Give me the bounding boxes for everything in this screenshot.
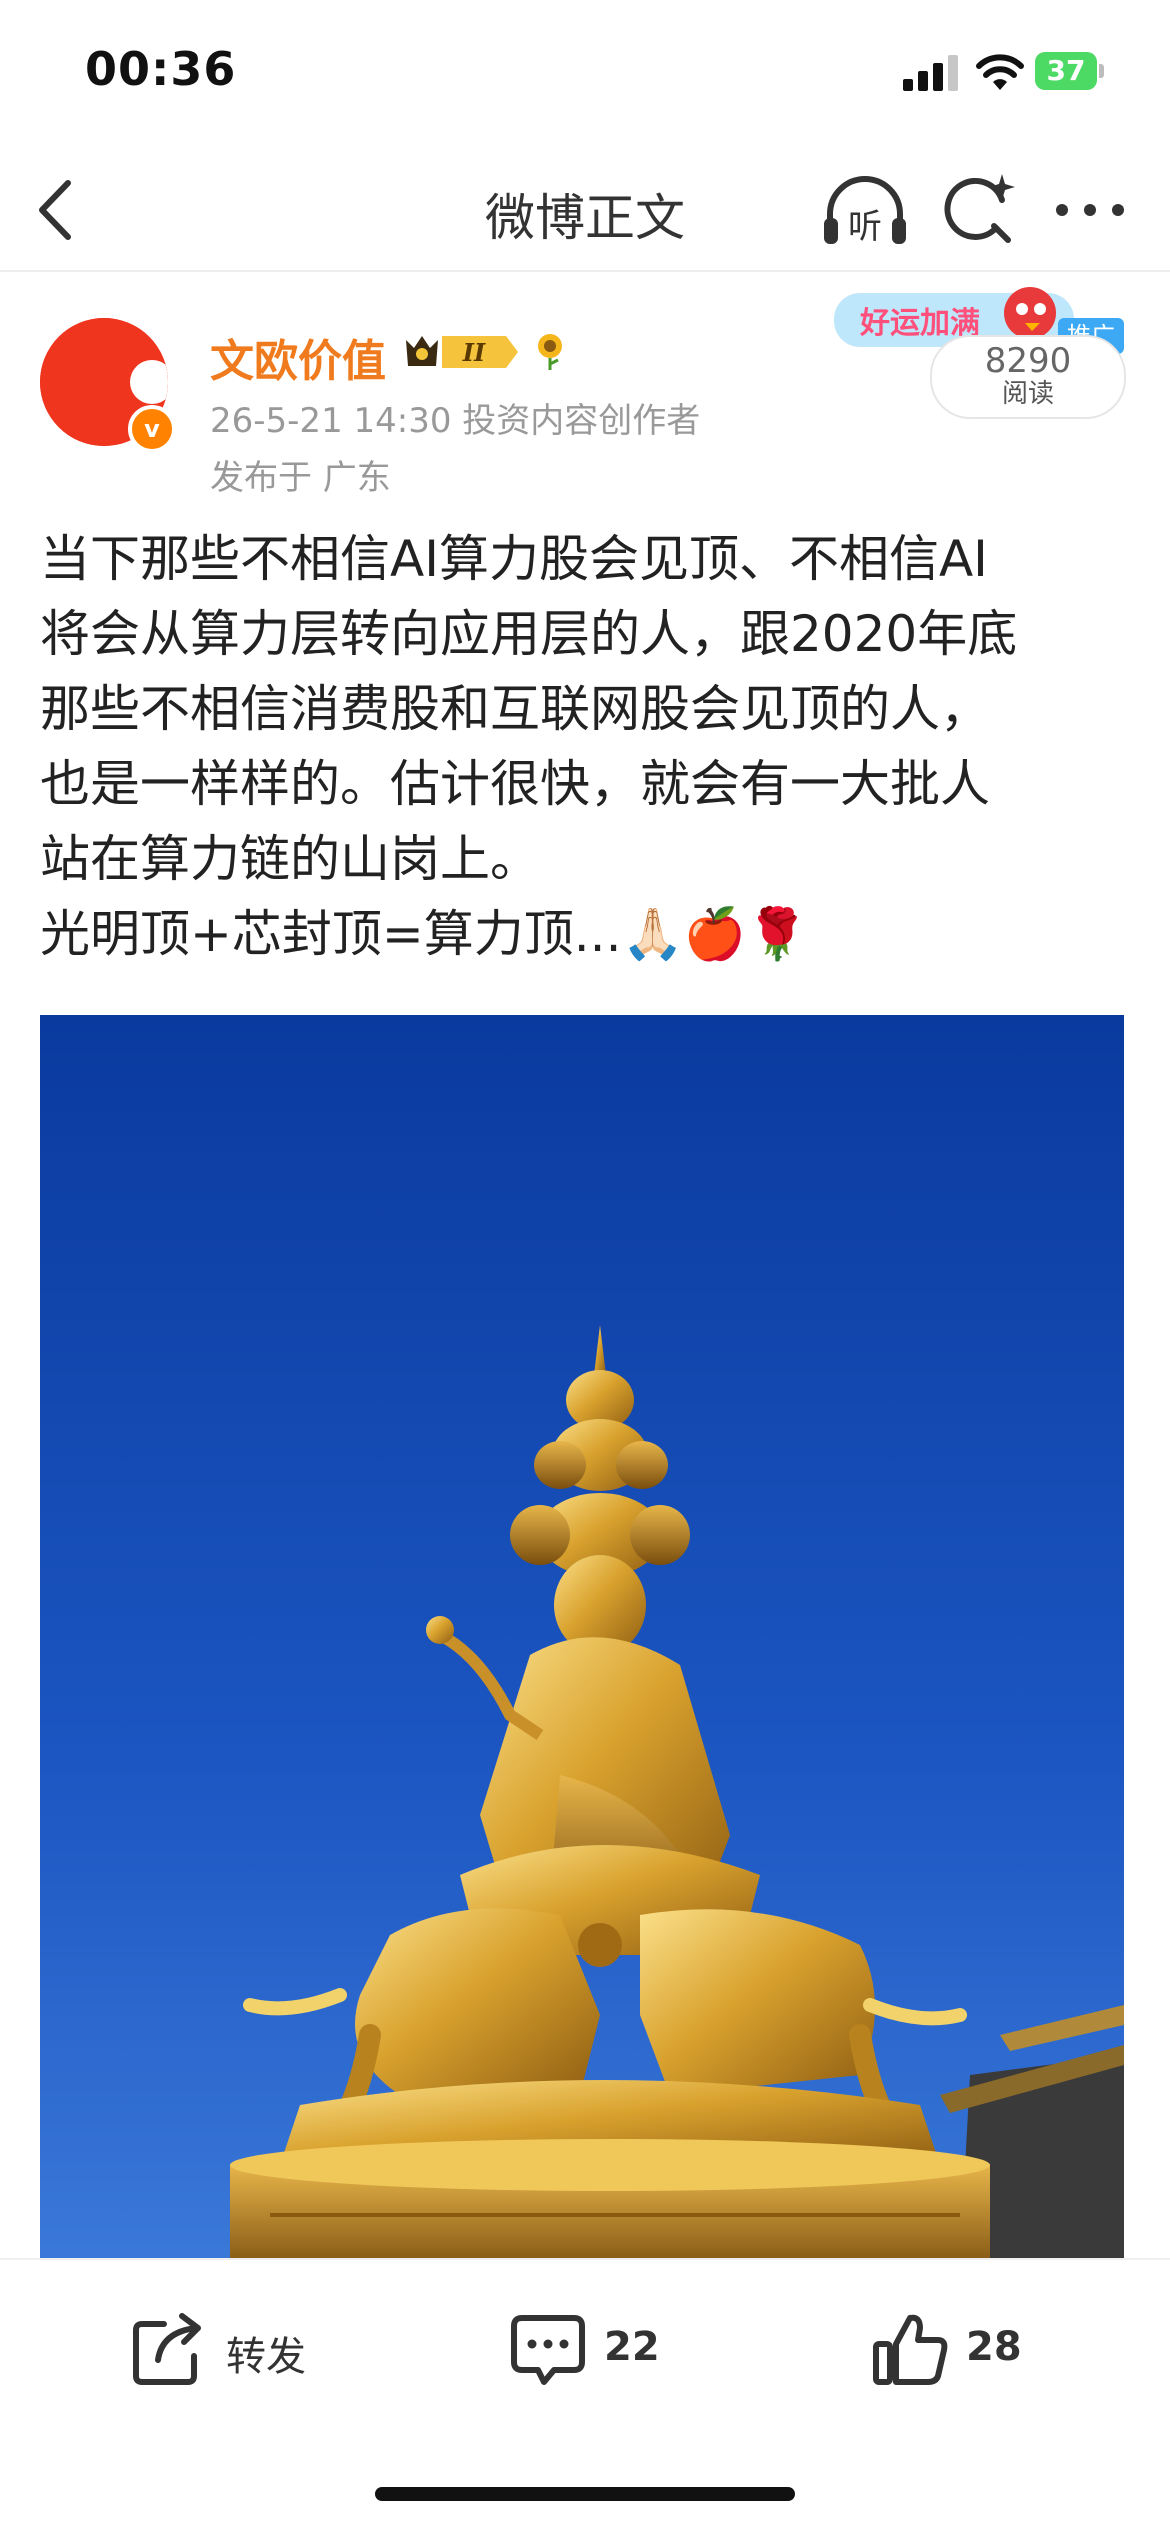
post-line: 那些不相信消费股和互联网股会见顶的人， <box>40 680 990 738</box>
wifi-icon <box>976 54 1024 90</box>
read-label: 阅读 <box>1001 379 1054 409</box>
post-location: 发布于 广东 <box>210 458 391 498</box>
battery-icon: 37 <box>1035 52 1105 90</box>
crown-level-badge[interactable]: II <box>402 330 522 374</box>
repost-label: 转发 <box>226 2334 306 2380</box>
level-badge-text: II <box>462 338 486 367</box>
status-bar: 00:36 37 <box>0 0 1170 150</box>
battery-tip <box>1099 64 1104 78</box>
comment-icon <box>511 2315 585 2385</box>
post-body: 当下那些不相信AI算力股会见顶、不相信AI 将会从算力层转向应用层的人，跟202… <box>40 522 1130 972</box>
verified-badge: v <box>128 405 176 453</box>
post-line: 当下那些不相信AI算力股会见顶、不相信AI <box>40 530 988 588</box>
post-line: 光明顶+芯封顶=算力顶...🙏🏻🍎🌹 <box>40 905 809 963</box>
super-topic-search-icon[interactable] <box>940 170 1020 250</box>
repost-icon <box>133 2313 201 2385</box>
status-time: 00:36 <box>85 42 237 96</box>
post-meta: 26-5-21 14:30 投资内容创作者 <box>210 401 701 441</box>
cellular-signal-icon <box>903 55 958 91</box>
battery-level: 37 <box>1035 52 1097 90</box>
like-count: 28 <box>966 2324 1022 2370</box>
home-indicator[interactable] <box>375 2487 795 2501</box>
repost-button[interactable]: 转发 <box>130 2310 330 2390</box>
post-line: 也是一样样的。估计很快，就会有一大批人 <box>40 755 990 813</box>
nav-bar: 微博正文 听 <box>0 150 1170 272</box>
like-button[interactable]: 28 <box>870 2310 1030 2390</box>
post-line: 站在算力链的山岗上。 <box>40 830 540 888</box>
listen-label: 听 <box>848 207 882 247</box>
thumbs-up-icon <box>873 2314 948 2385</box>
more-icon[interactable] <box>1050 190 1130 230</box>
action-bar: 转发 22 28 <box>0 2258 1170 2534</box>
comment-count: 22 <box>604 2324 660 2370</box>
post-photo[interactable] <box>40 1015 1124 2260</box>
sunflower-icon <box>538 334 562 370</box>
comment-button[interactable]: 22 <box>508 2310 668 2390</box>
author-name[interactable]: 文欧价值 <box>210 325 386 389</box>
listen-headphones-icon[interactable]: 听 <box>820 172 910 252</box>
read-count-box: 8290 阅读 <box>930 335 1126 419</box>
read-count: 8290 <box>984 341 1072 381</box>
golden-statue-photo <box>40 1015 1124 2260</box>
post-line: 将会从算力层转向应用层的人，跟2020年底 <box>40 605 1018 663</box>
